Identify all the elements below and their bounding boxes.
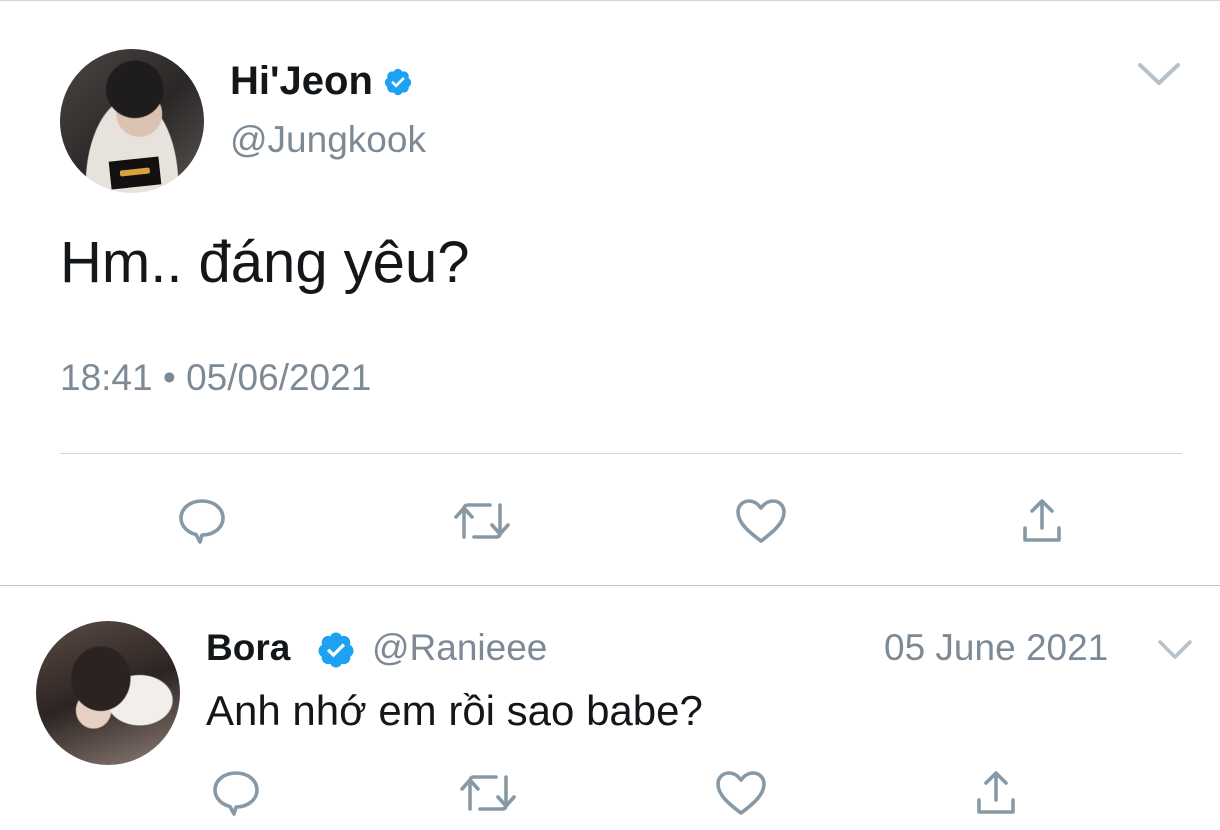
share-icon [977,771,1015,814]
author-avatar[interactable] [60,49,204,193]
chevron-down-icon[interactable] [1136,59,1182,89]
comment-icon [179,499,225,544]
share-button[interactable] [1012,491,1072,551]
avatar-photo-detail [108,156,162,190]
reply-retweet-button[interactable] [456,763,520,823]
reply-like-button[interactable] [710,763,772,823]
reply-handle[interactable]: @Ranieee [372,627,547,669]
verified-badge-icon [318,632,354,668]
share-icon [1023,499,1061,542]
like-button[interactable] [730,491,792,551]
section-divider [0,585,1220,586]
verified-badge-icon [384,68,411,95]
author-display-name[interactable]: Hi'Jeon [230,59,373,104]
heart-icon [716,771,766,815]
reply-text: Anh nhớ em rồi sao babe? [206,687,703,734]
reply-date: 05 June 2021 [884,627,1109,668]
author-handle[interactable]: @Jungkook [230,119,426,161]
author-display-name-row[interactable]: Hi'Jeon [230,59,413,104]
tweet-text: Hm.. đáng yêu? [60,230,470,295]
comment-icon [213,771,259,816]
tweet-timestamp[interactable]: 18:41 • 05/06/2021 [60,357,371,399]
reply-display-name[interactable]: Bora [206,627,290,669]
retweet-icon [460,775,516,811]
retweet-button[interactable] [450,491,514,551]
reply-reply-button[interactable] [206,763,266,823]
tweet-detail-screen: Hi'Jeon @Jungkook Hm.. đáng yêu? 18:41 •… [0,0,1220,830]
retweet-icon [454,503,510,539]
reply-button[interactable] [172,491,232,551]
reply-share-button[interactable] [966,763,1026,823]
heart-icon [736,499,786,543]
divider [60,453,1182,454]
reply-author-avatar[interactable] [36,621,180,765]
chevron-down-icon[interactable] [1156,637,1194,663]
